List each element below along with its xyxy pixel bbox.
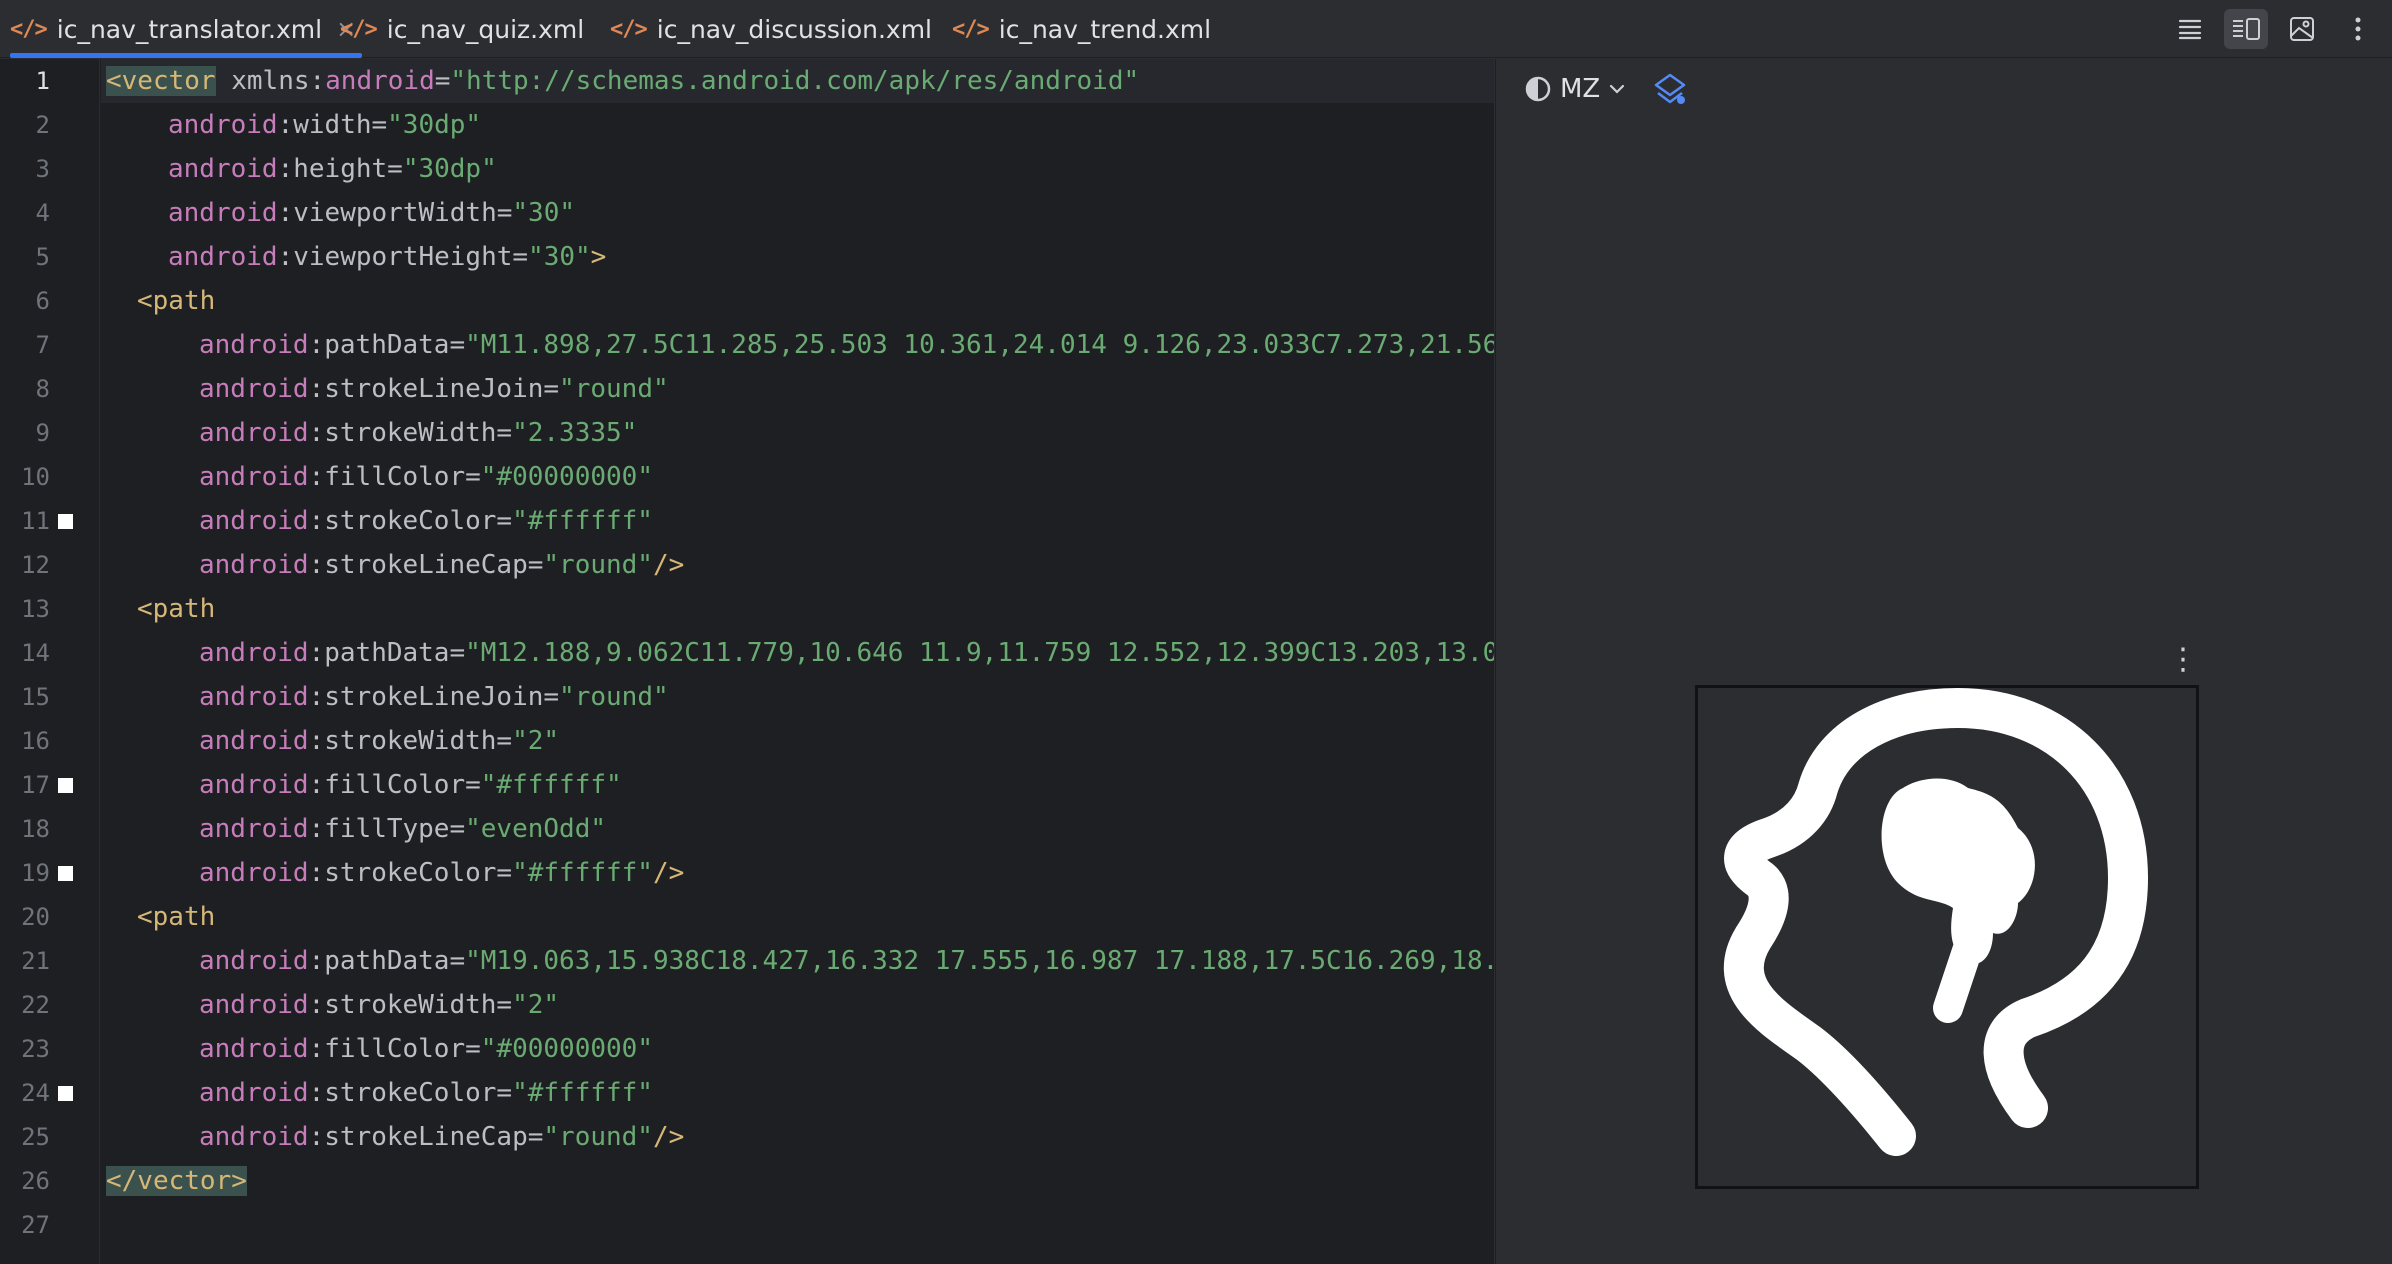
design-view-icon[interactable] (2280, 9, 2324, 49)
code-line-9: android:strokeWidth="2.3335" (199, 418, 638, 448)
line-number: 20 (21, 903, 50, 931)
line-number: 27 (21, 1211, 50, 1239)
editor-tab-bar: </> ic_nav_translator.xml × </> ic_nav_q… (0, 0, 2392, 58)
line-number: 22 (21, 991, 50, 1019)
line-number: 25 (21, 1123, 50, 1151)
code-line-23: android:fillColor="#00000000" (199, 1034, 653, 1064)
code-line-15: android:strokeLineJoin="round" (199, 682, 669, 712)
line-number: 21 (21, 947, 50, 975)
color-swatch-icon[interactable] (58, 1086, 73, 1101)
line-number: 24 (21, 1079, 50, 1107)
code-line-26: </vector> (101, 1159, 1494, 1203)
line-number: 8 (35, 375, 50, 403)
line-number-gutter: 1 2 3 4 5 6 7 8 9 10 11 12 13 14 15 16 17 18 19 20 21 22 23 24 2… (0, 59, 100, 1264)
xml-file-icon: </> (340, 16, 378, 42)
code-line-22: android:strokeWidth="2" (199, 990, 560, 1020)
theme-label: MZ (1560, 74, 1601, 104)
code-line-12: android:strokeLineCap="round"/> (199, 550, 685, 580)
code-line-8: android:strokeLineJoin="round" (199, 374, 669, 404)
head-with-brain-icon (1723, 688, 2148, 1156)
line-number: 13 (21, 595, 50, 623)
line-number: 17 (21, 771, 50, 799)
line-number: 11 (21, 507, 50, 535)
code-line-7: android:pathData="M11.898,27.5C11.285,25… (199, 330, 1494, 360)
line-number: 23 (21, 1035, 50, 1063)
layers-icon[interactable] (1652, 71, 1688, 107)
vector-close-tag: </vector> (106, 1166, 247, 1196)
vector-open-tag: <vector (106, 66, 216, 96)
line-number: 15 (21, 683, 50, 711)
code-view-icon[interactable] (2168, 9, 2212, 49)
preview-panel: MZ ⋮ (1495, 59, 2392, 1264)
preview-toolbar: MZ (1496, 59, 2392, 119)
tab-label: ic_nav_quiz.xml (386, 14, 585, 44)
tab-ic-nav-discussion[interactable]: </> ic_nav_discussion.xml (610, 0, 932, 58)
xml-file-icon: </> (610, 16, 648, 42)
code-text-area[interactable]: <vector xmlns:android="http://schemas.an… (101, 59, 1494, 1264)
line-number: 5 (35, 243, 50, 271)
color-swatch-icon[interactable] (58, 866, 73, 881)
xml-file-icon: </> (952, 16, 990, 42)
code-line-4: android:viewportWidth="30" (168, 198, 576, 228)
view-mode-toolbar (2168, 8, 2392, 50)
code-editor[interactable]: 1 2 3 4 5 6 7 8 9 10 11 12 13 14 15 16 17 18 19 20 21 22 23 24 2… (0, 59, 1494, 1264)
line-number: 18 (21, 815, 50, 843)
night-mode-icon (1525, 76, 1551, 102)
code-line-21: android:pathData="M19.063,15.938C18.427,… (199, 946, 1494, 976)
vector-preview-canvas (1695, 685, 2199, 1189)
code-line-10: android:fillColor="#00000000" (199, 462, 653, 492)
split-view-icon[interactable] (2224, 9, 2268, 49)
tab-ic-nav-trend[interactable]: </> ic_nav_trend.xml (952, 0, 1211, 58)
code-line-19: android:strokeColor="#ffffff"/> (199, 858, 685, 888)
line-number: 3 (35, 155, 50, 183)
tab-label: ic_nav_translator.xml (56, 14, 323, 44)
tab-label: ic_nav_discussion.xml (656, 14, 933, 44)
line-number: 12 (21, 551, 50, 579)
line-number: 2 (35, 111, 50, 139)
color-swatch-icon[interactable] (58, 778, 73, 793)
code-line-18: android:fillType="evenOdd" (199, 814, 607, 844)
ide-window: </> ic_nav_translator.xml × </> ic_nav_q… (0, 0, 2392, 1264)
line-number: 6 (35, 287, 50, 315)
tab-ic-nav-translator[interactable]: </> ic_nav_translator.xml × (10, 0, 363, 58)
code-line-3: android:height="30dp" (168, 154, 497, 184)
code-line-5: android:viewportHeight="30"> (168, 242, 607, 272)
code-line-14: android:pathData="M12.188,9.062C11.779,1… (199, 638, 1494, 668)
tab-ic-nav-quiz[interactable]: </> ic_nav_quiz.xml (340, 0, 584, 58)
line-number: 9 (35, 419, 50, 447)
code-line-25: android:strokeLineCap="round"/> (199, 1122, 685, 1152)
line-number: 7 (35, 331, 50, 359)
code-line-20: <path (137, 902, 216, 932)
xml-file-icon: </> (10, 16, 48, 42)
code-line-1: <vector xmlns:android="http://schemas.an… (101, 59, 1494, 103)
code-line-24: android:strokeColor="#ffffff" (199, 1078, 653, 1108)
line-number: 19 (21, 859, 50, 887)
chevron-down-icon (1610, 84, 1625, 94)
line-number: 14 (21, 639, 50, 667)
line-number: 4 (35, 199, 50, 227)
code-line-2: android:width="30dp" (168, 110, 482, 140)
color-swatch-icon[interactable] (58, 514, 73, 529)
more-vertical-icon[interactable] (2336, 9, 2380, 49)
code-line-16: android:strokeWidth="2" (199, 726, 560, 756)
line-number: 26 (21, 1167, 50, 1195)
line-number: 10 (21, 463, 50, 491)
line-number: 1 (35, 67, 50, 95)
preview-more-icon[interactable]: ⋮ (2168, 642, 2198, 677)
code-line-6: <path (137, 286, 216, 316)
line-number: 16 (21, 727, 50, 755)
code-line-11: android:strokeColor="#ffffff" (199, 506, 653, 536)
code-line-17: android:fillColor="#ffffff" (199, 770, 622, 800)
code-line-13: <path (137, 594, 216, 624)
theme-selector[interactable]: MZ (1524, 74, 1626, 104)
tab-label: ic_nav_trend.xml (998, 14, 1212, 44)
